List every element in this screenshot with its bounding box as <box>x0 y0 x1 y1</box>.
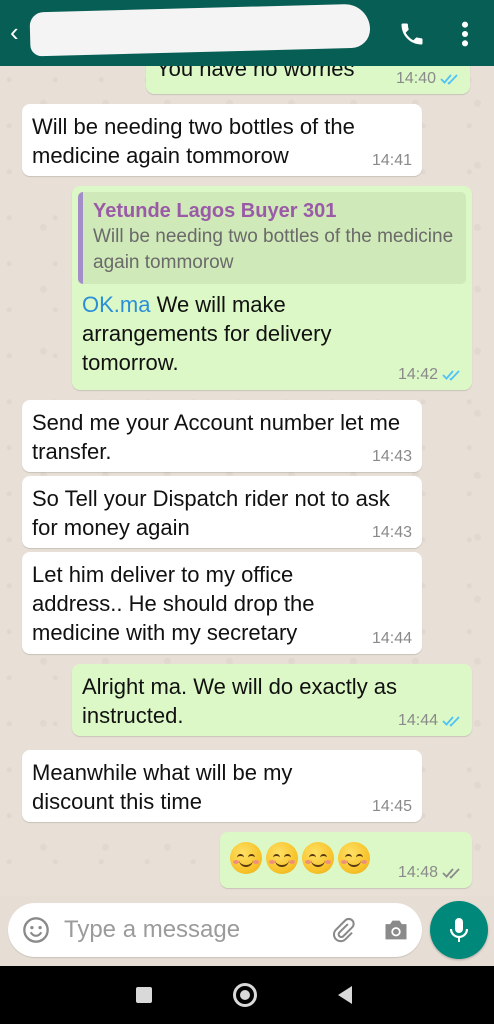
message-bubble-out[interactable]: Alright ma. We will do exactly as instru… <box>72 664 472 736</box>
smiling-face-emoji <box>230 842 262 874</box>
more-vert-icon[interactable] <box>458 20 472 48</box>
message-text: Send me your Account number let me trans… <box>32 410 401 464</box>
emoji-row <box>230 842 370 874</box>
message-meta: 14:44 <box>372 630 412 648</box>
home-icon[interactable] <box>233 983 257 1007</box>
message-text: Will be needing two bottles of the medic… <box>32 114 355 168</box>
message-meta: 14:48 <box>398 864 462 882</box>
system-nav-bar <box>0 966 494 1024</box>
read-ticks-icon <box>442 716 460 727</box>
message-bubble-out[interactable]: 14:48 <box>220 832 472 888</box>
camera-icon[interactable] <box>382 917 410 943</box>
chat-header: ‹ <box>0 0 494 66</box>
message-body: OK.ma We will make arrangements for deli… <box>78 290 408 377</box>
delivered-ticks-icon <box>442 868 460 879</box>
message-bubble-out[interactable]: Yetunde Lagos Buyer 301 Will be needing … <box>72 186 472 390</box>
message-input[interactable]: Type a message <box>64 916 240 944</box>
message-text: Let him deliver to my office address.. H… <box>32 562 315 645</box>
call-icon[interactable] <box>398 20 426 48</box>
message-meta: 14:43 <box>372 524 412 542</box>
message-link[interactable]: OK.ma <box>82 292 150 317</box>
smiling-face-emoji <box>266 842 298 874</box>
message-bubble-out[interactable]: You have no worries 14:40 <box>146 66 470 94</box>
message-time: 14:41 <box>371 152 412 169</box>
message-bubble-in[interactable]: So Tell your Dispatch rider not to ask f… <box>22 476 422 548</box>
message-bubble-in[interactable]: Let him deliver to my office address.. H… <box>22 552 422 654</box>
message-time: 14:45 <box>371 798 412 815</box>
message-time: 14:43 <box>371 524 412 541</box>
message-time: 14:42 <box>397 366 438 383</box>
message-time: 14:44 <box>371 630 412 647</box>
quoted-text: Will be needing two bottles of the medic… <box>93 226 454 273</box>
back-icon[interactable] <box>338 986 352 1004</box>
message-text: So Tell your Dispatch rider not to ask f… <box>32 486 390 540</box>
read-ticks-icon <box>442 370 460 381</box>
message-text: You have no worries <box>156 66 355 81</box>
emoji-icon[interactable] <box>22 916 50 944</box>
message-composer[interactable]: Type a message <box>8 903 422 957</box>
smiling-face-emoji <box>302 842 334 874</box>
smiling-face-emoji <box>338 842 370 874</box>
quoted-sender-name: Yetunde Lagos Buyer 301 <box>93 200 337 222</box>
recent-apps-icon[interactable] <box>136 987 152 1003</box>
message-bubble-in[interactable]: Will be needing two bottles of the medic… <box>22 104 422 176</box>
message-text: Meanwhile what will be my discount this … <box>32 760 293 814</box>
message-meta: 14:44 <box>398 712 462 730</box>
message-time: 14:44 <box>397 712 438 729</box>
read-ticks-icon <box>440 74 458 85</box>
attach-icon[interactable] <box>330 917 356 943</box>
quoted-message[interactable]: Yetunde Lagos Buyer 301 Will be needing … <box>78 192 466 284</box>
mic-icon <box>449 918 469 942</box>
mic-button[interactable] <box>430 901 488 959</box>
message-time: 14:48 <box>397 864 438 881</box>
message-meta: 14:41 <box>372 152 412 170</box>
message-time: 14:43 <box>371 448 412 465</box>
redacted-contact-name <box>29 3 371 57</box>
back-arrow-icon[interactable]: ‹ <box>10 18 19 46</box>
message-time: 14:40 <box>395 70 436 87</box>
message-meta: 14:42 <box>398 366 462 384</box>
message-meta: 14:45 <box>372 798 412 816</box>
message-meta: 14:40 <box>396 70 460 88</box>
chat-area[interactable]: You have no worries 14:40 Will be needin… <box>0 66 494 896</box>
message-bubble-in[interactable]: Send me your Account number let me trans… <box>22 400 422 472</box>
message-meta: 14:43 <box>372 448 412 466</box>
message-bubble-in[interactable]: Meanwhile what will be my discount this … <box>22 750 422 822</box>
